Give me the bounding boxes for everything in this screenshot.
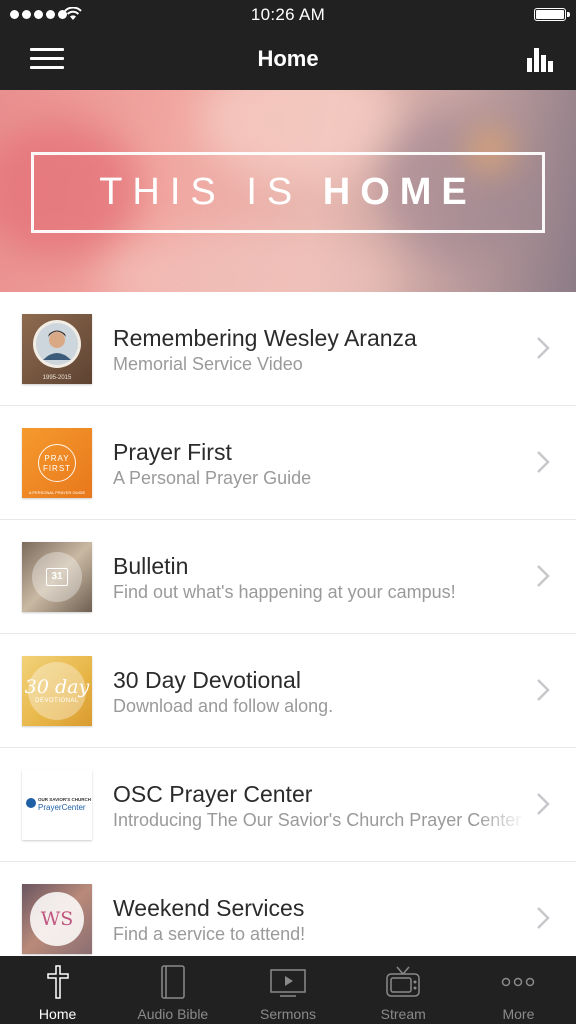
hero-title-light: THIS IS bbox=[99, 171, 323, 213]
item-subtitle: Find out what's happening at your campus… bbox=[113, 582, 456, 602]
bar-chart-icon[interactable] bbox=[526, 46, 556, 72]
chevron-right-icon bbox=[537, 565, 550, 587]
battery-icon bbox=[534, 8, 570, 21]
status-time: 10:26 AM bbox=[250, 5, 326, 24]
chevron-right-icon bbox=[537, 337, 550, 359]
tv-icon bbox=[386, 966, 420, 997]
weekend-services-thumbnail: WS bbox=[22, 884, 92, 954]
chevron-right-icon bbox=[537, 451, 550, 473]
item-title: Prayer First bbox=[113, 439, 232, 465]
list-item-bulletin[interactable]: 31 Bulletin Find out what's happening at… bbox=[0, 520, 576, 634]
content-list: 1995-2015 Remembering Wesley Aranza Memo… bbox=[0, 292, 576, 956]
calendar-icon: 31 bbox=[46, 568, 68, 586]
list-item-remembering-wesley[interactable]: 1995-2015 Remembering Wesley Aranza Memo… bbox=[0, 292, 576, 406]
list-item-30-day-devotional[interactable]: 30 day DEVOTIONAL 30 Day Devotional Down… bbox=[0, 634, 576, 748]
ws-text: WS bbox=[40, 908, 74, 930]
memorial-thumbnail: 1995-2015 bbox=[22, 314, 92, 384]
item-subtitle: Introducing The Our Savior's Church Pray… bbox=[113, 810, 522, 830]
thumb-caption: A PERSONAL PRAYER GUIDE bbox=[28, 490, 86, 495]
cross-icon bbox=[46, 965, 69, 999]
item-subtitle: Find a service to attend! bbox=[113, 924, 306, 944]
item-subtitle: A Personal Prayer Guide bbox=[113, 468, 312, 488]
bulletin-thumbnail: 31 bbox=[22, 542, 92, 612]
chevron-right-icon bbox=[537, 679, 550, 701]
more-dots-icon bbox=[502, 977, 535, 987]
tab-label: Stream bbox=[380, 1006, 426, 1022]
tab-home[interactable]: Home bbox=[0, 956, 115, 1024]
item-title: OSC Prayer Center bbox=[113, 781, 313, 807]
chevron-right-icon bbox=[537, 907, 550, 929]
item-title: Remembering Wesley Aranza bbox=[113, 325, 417, 351]
thumb-caption: 1995-2015 bbox=[42, 375, 72, 381]
prayer-first-thumbnail: PRAY FIRST A PERSONAL PRAYER GUIDE bbox=[22, 428, 92, 498]
thumb-line2: FIRST bbox=[42, 464, 72, 473]
pray-first-circle: PRAY FIRST bbox=[38, 444, 76, 482]
thumb-line1: PRAY bbox=[44, 454, 70, 463]
thumb-line1: 30 day bbox=[24, 676, 90, 698]
devotional-thumbnail: 30 day DEVOTIONAL bbox=[22, 656, 92, 726]
hamburger-menu-icon[interactable] bbox=[30, 48, 64, 72]
portrait-icon bbox=[33, 320, 81, 368]
item-title: Weekend Services bbox=[113, 895, 305, 921]
thumb-line1: OUR SAVIOR'S CHURCH bbox=[38, 797, 91, 802]
page-title: Home bbox=[257, 46, 319, 71]
hero-title: THIS IS HOME bbox=[99, 171, 477, 214]
tab-stream[interactable]: Stream bbox=[346, 956, 461, 1024]
item-subtitle: Download and follow along. bbox=[113, 696, 334, 716]
play-screen-icon bbox=[270, 969, 306, 997]
church-logo-icon bbox=[26, 798, 36, 808]
status-bar: 10:26 AM bbox=[0, 0, 576, 30]
calendar-day: 31 bbox=[51, 571, 63, 582]
tab-label: Sermons bbox=[259, 1006, 317, 1022]
item-subtitle: Memorial Service Video bbox=[113, 354, 303, 374]
tab-label: Home bbox=[38, 1006, 77, 1022]
tab-label: More bbox=[502, 1006, 535, 1022]
tab-more[interactable]: More bbox=[461, 956, 576, 1024]
chevron-right-icon bbox=[537, 793, 550, 815]
tab-label: Audio Bible bbox=[137, 1006, 209, 1022]
item-title: Bulletin bbox=[113, 553, 189, 579]
thumb-line2: PrayerCenter bbox=[38, 803, 86, 812]
thumb-line2: DEVOTIONAL bbox=[35, 698, 79, 704]
hero-title-bold: HOME bbox=[322, 171, 477, 213]
tab-sermons[interactable]: Sermons bbox=[230, 956, 345, 1024]
navigation-bar: Home bbox=[0, 30, 576, 90]
tab-audio-bible[interactable]: Audio Bible bbox=[115, 956, 230, 1024]
tab-bar: Home Audio Bible Sermons Stream More bbox=[0, 956, 576, 1024]
list-item-osc-prayer-center[interactable]: OUR SAVIOR'S CHURCH PrayerCenter OSC Pra… bbox=[0, 748, 576, 862]
book-icon bbox=[161, 965, 185, 999]
prayer-center-thumbnail: OUR SAVIOR'S CHURCH PrayerCenter bbox=[22, 770, 92, 840]
list-item-weekend-services[interactable]: WS Weekend Services Find a service to at… bbox=[0, 862, 576, 956]
hero-frame: THIS IS HOME bbox=[31, 152, 545, 233]
list-item-prayer-first[interactable]: PRAY FIRST A PERSONAL PRAYER GUIDE Praye… bbox=[0, 406, 576, 520]
hero-banner: THIS IS HOME bbox=[0, 90, 576, 292]
item-title: 30 Day Devotional bbox=[113, 667, 301, 693]
